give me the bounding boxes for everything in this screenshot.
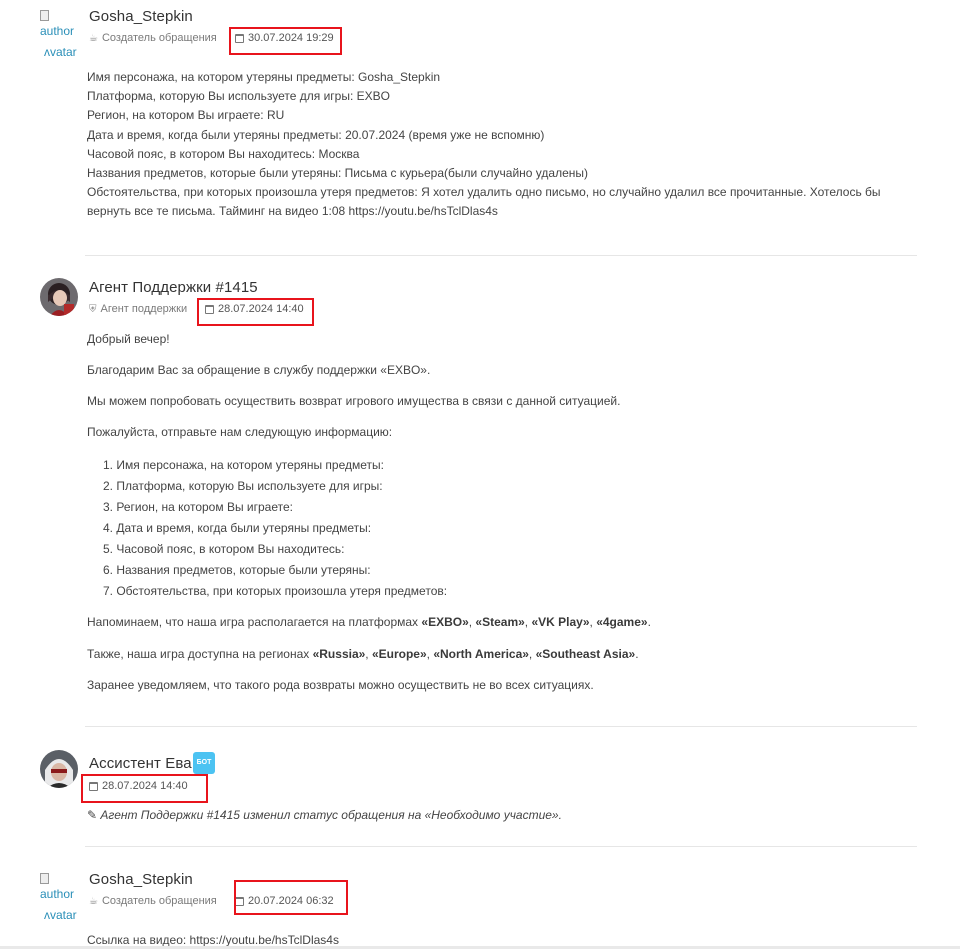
platforms-line: Напоминаем, что наша игра располагается … [87,615,651,629]
list-item: 3. Регион, на котором Вы играете: [103,500,293,514]
status-change: ✎ Агент Поддержки #1415 изменил статус о… [87,808,562,822]
message-body: Ссылка на видео: https://youtu.be/hsTclD… [87,933,339,947]
divider [85,846,917,847]
bot-name[interactable]: Ассистент Ева [89,755,192,772]
highlight-box [234,880,348,915]
agent-name[interactable]: Агент Поддержки #1415 [89,279,258,296]
pencil-icon: ✎ [87,808,98,822]
bot-avatar [40,750,78,788]
request: Пожалуйста, отправьте нам следующую инфо… [87,425,393,439]
greeting: Добрый вечер! [87,332,170,346]
offer: Мы можем попробовать осуществить возврат… [87,394,621,408]
cup-icon: ☕ [89,32,98,44]
bot-badge: БОТ [193,752,215,774]
author-avatar: author ʌvatar [40,8,82,59]
divider [85,255,917,256]
author-role: ☕ Создатель обращения [89,32,217,44]
regions-line: Также, наша игра доступна на регионах «R… [87,647,639,661]
list-item: 6. Названия предметов, которые были утер… [103,563,371,577]
highlight-box [229,27,342,55]
author-name[interactable]: Gosha_Stepkin [89,871,193,888]
broken-image-icon [40,873,49,884]
list-item: 5. Часовой пояс, в котором Вы находитесь… [103,542,345,556]
list-item: 1. Имя персонажа, на котором утеряны пре… [103,458,384,472]
list-item: 2. Платформа, которую Вы используете для… [103,479,383,493]
author-avatar: author ʌvatar [40,871,82,922]
highlight-box [197,298,314,326]
agent-role: ⛨ Агент поддержки [89,303,188,315]
divider [85,726,917,727]
highlight-box [81,774,208,803]
agent-avatar [40,278,78,316]
notice: Заранее уведомляем, что такого рода возв… [87,678,594,692]
list-item: 7. Обстоятельства, при которых произошла… [103,584,448,598]
author-role: ☕ Создатель обращения [89,895,217,907]
shield-icon: ⛨ [89,303,97,315]
broken-image-icon [40,10,49,21]
list-item: 4. Дата и время, когда были утеряны пред… [103,521,372,535]
author-name[interactable]: Gosha_Stepkin [89,8,193,25]
message-body: Имя персонажа, на котором утеряны предме… [87,70,881,219]
thanks: Благодарим Вас за обращение в службу под… [87,363,431,377]
cup-icon: ☕ [89,895,98,907]
